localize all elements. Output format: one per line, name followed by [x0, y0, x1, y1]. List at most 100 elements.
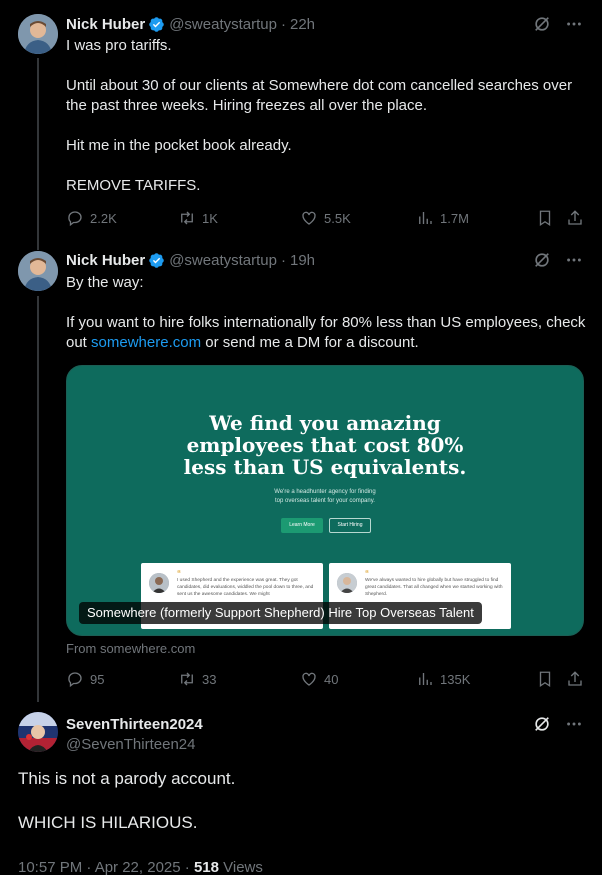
separator-dot: ·: [280, 15, 286, 33]
card-source[interactable]: From somewhere.com: [66, 641, 195, 656]
tweet-paragraph: I was pro tariffs.: [66, 37, 172, 54]
like-button[interactable]: 5.5K: [300, 208, 351, 228]
like-button[interactable]: 40: [300, 669, 338, 689]
repost-icon: [181, 672, 193, 686]
heart-icon: [302, 672, 316, 686]
author-handle[interactable]: @sweatystartup: [169, 16, 277, 33]
somewhere-link[interactable]: somewhere.com: [91, 334, 201, 351]
text-span: or send me a DM for a discount.: [201, 334, 419, 351]
avatar[interactable]: [18, 14, 58, 54]
tweet-paragraph: By the way:: [66, 274, 144, 291]
grok-icon[interactable]: [532, 250, 552, 270]
author-handle[interactable]: @sweatystartup: [169, 252, 277, 269]
separator-dot: ·: [280, 251, 286, 269]
thread-line: [37, 240, 39, 250]
testimonial-photo: [149, 573, 169, 593]
tweet-text: By the way: If you want to hire folks in…: [66, 273, 586, 353]
tweet-actions: 2.2K 1K 5.5K 1.7M: [66, 208, 586, 228]
like-count: 40: [324, 671, 339, 687]
reply-icon: [68, 211, 82, 227]
card-subtitle: We're a headhunter agency for finding to…: [67, 488, 583, 506]
author-name[interactable]: Nick Huber: [66, 252, 145, 269]
reply-button[interactable]: 2.2K: [66, 208, 117, 228]
share-button[interactable]: [566, 669, 584, 689]
repost-count: 1K: [202, 210, 218, 226]
share-icon: [568, 210, 582, 225]
more-options-icon[interactable]: [564, 250, 584, 270]
verified-badge-icon: [149, 16, 164, 32]
share-icon: [568, 671, 582, 686]
tweet-2[interactable]: Nick Huber @sweatystartup · 19h By the w…: [0, 240, 602, 702]
tweet-paragraph: REMOVE TARIFFS.: [66, 177, 201, 194]
tweet-time[interactable]: 22h: [290, 16, 315, 33]
grok-icon[interactable]: [532, 714, 552, 734]
bookmark-icon: [539, 671, 551, 688]
author-handle[interactable]: @SevenThirteen24: [66, 736, 195, 753]
card-title-overlay: Somewhere (formerly Support Shepherd) Hi…: [79, 602, 482, 624]
views-button[interactable]: 1.7M: [416, 208, 469, 228]
tweet-top-actions: [532, 714, 584, 734]
reply-icon: [68, 672, 82, 688]
view-count: 1.7M: [440, 210, 469, 226]
tweet-timestamp[interactable]: 10:57 PM · Apr 22, 2025 ·: [18, 859, 194, 875]
like-count: 5.5K: [324, 210, 351, 226]
tweet-header: SevenThirteen2024: [66, 714, 203, 734]
share-button[interactable]: [566, 208, 584, 228]
reply-button[interactable]: 95: [66, 669, 104, 689]
tweet-paragraph: This is not a parody account.: [18, 769, 236, 788]
author-name[interactable]: Nick Huber: [66, 16, 145, 33]
thread-line: [37, 58, 39, 240]
repost-count: 33: [202, 671, 217, 687]
avatar[interactable]: [18, 712, 58, 752]
analytics-icon: [419, 673, 432, 685]
tweet-header: Nick Huber @sweatystartup · 19h: [66, 250, 315, 270]
tweet-top-actions: [532, 250, 584, 270]
reply-count: 2.2K: [90, 210, 117, 226]
tweet-actions: 95 33 40 135K: [66, 669, 586, 689]
card-headline: We find you amazing employees that cost …: [67, 412, 583, 478]
testimonial-text: We've always wanted to hire globally but…: [365, 578, 503, 597]
tweet-paragraph: WHICH IS HILARIOUS.: [18, 813, 198, 832]
verified-badge-icon: [149, 252, 164, 268]
link-preview-card[interactable]: We find you amazing employees that cost …: [66, 365, 584, 636]
analytics-icon: [419, 212, 432, 224]
tweet-3[interactable]: SevenThirteen2024 @SevenThirteen24 This …: [0, 702, 602, 875]
card-headline-line: employees that cost 80%: [186, 433, 464, 457]
reply-count: 95: [90, 671, 105, 687]
tweet-paragraph: If you want to hire folks internationall…: [66, 313, 586, 353]
testimonial-text: I used Shepherd and the experience was g…: [177, 578, 314, 597]
heart-icon: [302, 211, 316, 225]
repost-button[interactable]: 33: [178, 669, 216, 689]
testimonial-photo: [337, 573, 357, 593]
view-count: 135K: [440, 671, 471, 687]
thread-line: [37, 296, 39, 702]
card-headline-line: less than US equivalents.: [183, 455, 467, 479]
views-button[interactable]: 135K: [416, 669, 470, 689]
card-subtitle-line: top overseas talent for your company.: [275, 498, 375, 504]
tweet-top-actions: [532, 14, 584, 34]
tweet-time[interactable]: 19h: [290, 252, 315, 269]
author-name[interactable]: SevenThirteen2024: [66, 716, 203, 733]
views-count: 518: [193, 859, 219, 875]
more-options-icon[interactable]: [564, 714, 584, 734]
repost-button[interactable]: 1K: [178, 208, 218, 228]
tweet-text: This is not a parody account. WHICH IS H…: [18, 768, 578, 834]
tweet-1[interactable]: Nick Huber @sweatystartup · 22h I was pr…: [0, 0, 602, 240]
bookmark-button[interactable]: [536, 208, 554, 228]
grok-icon[interactable]: [532, 14, 552, 34]
avatar[interactable]: [18, 251, 58, 291]
tweet-header: Nick Huber @sweatystartup · 22h: [66, 14, 315, 34]
repost-icon: [181, 211, 193, 225]
tweet-text: I was pro tariffs. Until about 30 of our…: [66, 36, 586, 196]
views-label: Views: [218, 859, 263, 875]
more-options-icon[interactable]: [564, 14, 584, 34]
tweet-paragraph: Until about 30 of our clients at Somewhe…: [66, 77, 573, 114]
card-start-hiring-button: Start Hiring: [329, 518, 371, 533]
bookmark-button[interactable]: [536, 669, 554, 689]
bookmark-icon: [539, 210, 551, 227]
card-subtitle-line: We're a headhunter agency for finding: [274, 489, 376, 495]
tweet-meta: 10:57 PM · Apr 22, 2025 · 518 Views: [18, 859, 263, 875]
card-learn-more-button: Learn More: [281, 518, 323, 533]
card-headline-line: We find you amazing: [209, 411, 441, 435]
tweet-paragraph: Hit me in the pocket book already.: [66, 137, 292, 154]
